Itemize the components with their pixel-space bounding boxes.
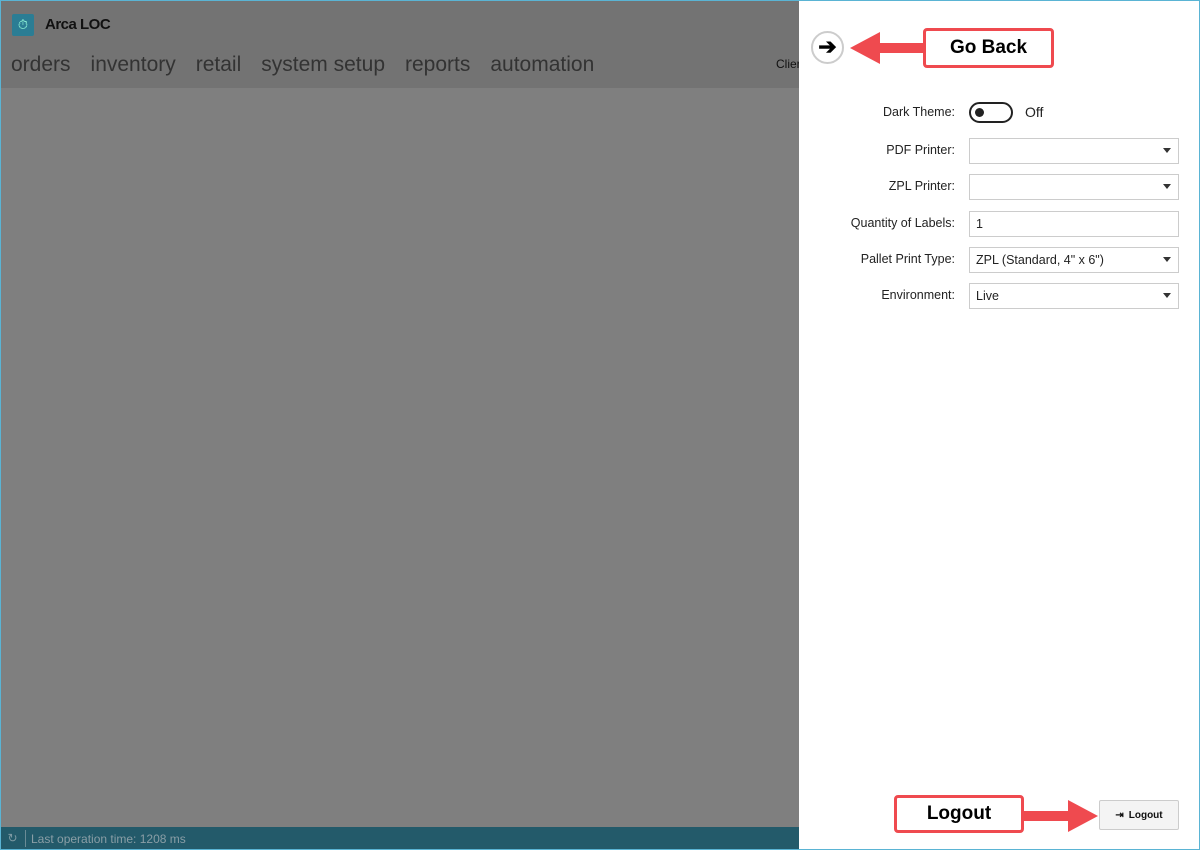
environment-row: Environment: Live (799, 283, 1200, 309)
nav-system-setup[interactable]: system setup (261, 53, 385, 77)
caret-down-icon (1163, 148, 1171, 153)
annotation-logout: Logout (894, 795, 1024, 833)
logout-button[interactable]: ⇥ Logout (1099, 800, 1179, 830)
environment-label: Environment: (881, 288, 955, 302)
pallet-print-type-select[interactable]: ZPL (Standard, 4" x 6") (969, 247, 1179, 273)
dark-theme-label: Dark Theme: (882, 105, 955, 119)
pallet-print-type-label: Pallet Print Type: (860, 252, 955, 266)
status-bar: ↻ Last operation time: 1208 ms (0, 827, 799, 850)
nav-orders[interactable]: orders (11, 53, 71, 77)
caret-down-icon (1163, 257, 1171, 262)
nav-reports[interactable]: reports (405, 53, 470, 77)
arrow-right-icon: ➔ (818, 34, 837, 59)
refresh-icon[interactable]: ↻ (0, 830, 26, 847)
annotation-go-back: Go Back (923, 28, 1054, 68)
logout-icon: ⇥ (1115, 809, 1124, 821)
app-logo-icon: ⏱ (12, 14, 34, 36)
dark-theme-toggle[interactable] (969, 102, 1013, 123)
zpl-printer-label: ZPL Printer: (888, 179, 955, 193)
app-background-overlay[interactable]: ⏱ Arca LOC orders inventory retail syste… (0, 0, 801, 850)
zpl-printer-row: ZPL Printer: (799, 174, 1200, 200)
environment-select[interactable]: Live (969, 283, 1179, 309)
quantity-input[interactable]: 1 (969, 211, 1179, 237)
nav-automation[interactable]: automation (490, 53, 594, 77)
settings-panel: ➔ Dark Theme: Off PDF Printer: ZPL Print… (799, 0, 1200, 850)
quantity-row: Quantity of Labels: 1 (799, 211, 1200, 237)
dark-theme-row: Dark Theme: Off (799, 100, 1200, 126)
main-nav: orders inventory retail system setup rep… (11, 53, 594, 77)
caret-down-icon (1163, 293, 1171, 298)
annotation-arrow-go-back (850, 32, 926, 64)
app-title: Arca LOC (45, 16, 111, 33)
app-header: ⏱ Arca LOC orders inventory retail syste… (0, 0, 801, 88)
pdf-printer-select[interactable] (969, 138, 1179, 164)
zpl-printer-select[interactable] (969, 174, 1179, 200)
nav-retail[interactable]: retail (196, 53, 242, 77)
quantity-label: Quantity of Labels: (850, 216, 955, 230)
nav-inventory[interactable]: inventory (91, 53, 176, 77)
caret-down-icon (1163, 184, 1171, 189)
pallet-print-type-row: Pallet Print Type: ZPL (Standard, 4" x 6… (799, 247, 1200, 273)
annotation-arrow-logout (1022, 800, 1098, 832)
pdf-printer-row: PDF Printer: (799, 138, 1200, 164)
dark-theme-state: Off (1025, 104, 1044, 120)
pdf-printer-label: PDF Printer: (886, 143, 955, 157)
status-text: Last operation time: 1208 ms (31, 831, 186, 846)
client-label: Clier (776, 57, 801, 71)
go-back-button[interactable]: ➔ (811, 31, 844, 64)
